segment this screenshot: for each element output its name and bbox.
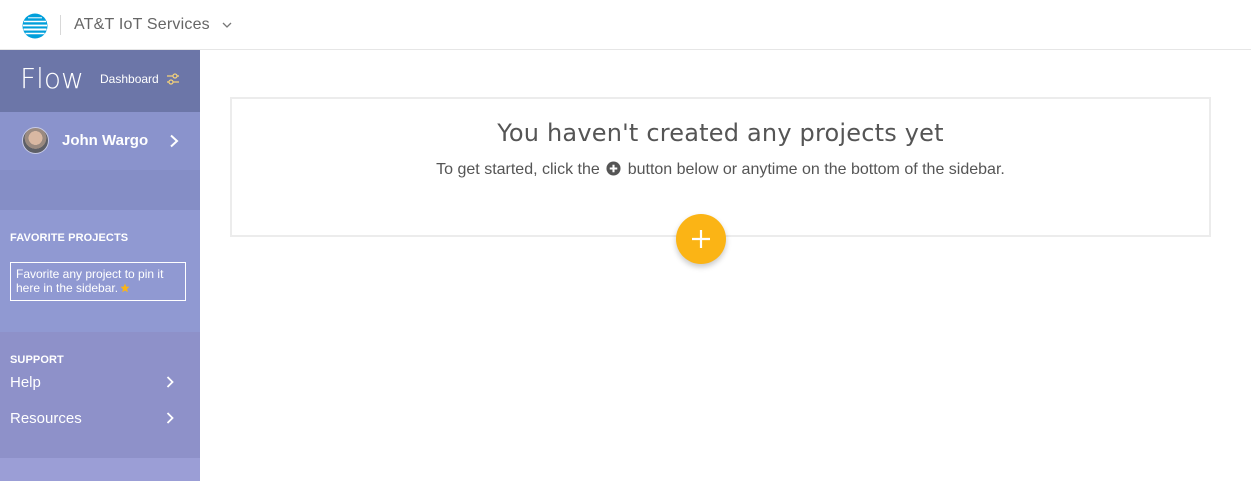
user-name: John Wargo [62,132,149,149]
sidebar-header: Flow Dashboard [0,50,200,112]
chevron-down-icon [222,22,232,28]
favorite-projects-section: FAVORITE PROJECTS Favorite any project t… [0,210,200,332]
dashboard-link[interactable]: Dashboard [100,72,180,86]
empty-sub-after: button below or anytime on the bottom of… [627,161,1005,178]
favorites-hint-text: Favorite any project to pin it here in t… [16,267,164,295]
dashboard-label: Dashboard [100,72,159,86]
empty-state-subtitle: To get started, click the button below o… [232,161,1209,179]
app-name: AT&T IoT Services [74,16,210,33]
sliders-icon [166,73,179,85]
att-globe-icon[interactable] [22,13,48,39]
top-bar: AT&T IoT Services [0,0,1251,50]
empty-state-card: You haven't created any projects yet To … [230,97,1211,237]
empty-sub-before: To get started, click the [436,161,600,178]
app-switcher[interactable]: AT&T IoT Services [74,14,232,36]
favorites-hint: Favorite any project to pin it here in t… [10,262,186,301]
topbar-divider [60,15,61,35]
avatar [22,127,49,154]
add-project-button[interactable] [676,214,726,264]
sidebar-item-label: Help [10,373,41,391]
brand-title[interactable]: Flow [20,62,84,95]
chevron-right-icon [166,376,174,388]
support-section: SUPPORT Help Resources [0,332,200,458]
star-icon [120,283,130,293]
support-title: SUPPORT [10,354,64,366]
plus-circle-icon [606,161,621,176]
sidebar: Flow Dashboard John Wargo FAVORITE PROJE… [0,50,200,481]
favorites-title: FAVORITE PROJECTS [10,232,129,244]
plus-icon [692,230,710,248]
empty-state-title: You haven't created any projects yet [497,119,944,147]
sidebar-item-label: Resources [10,409,82,427]
user-profile[interactable]: John Wargo [0,112,200,170]
sidebar-item-help[interactable]: Help [10,370,180,394]
sidebar-footer [0,458,200,481]
sidebar-item-resources[interactable]: Resources [10,406,180,430]
sidebar-band [0,170,200,210]
chevron-right-icon [166,412,174,424]
chevron-right-icon [170,134,179,148]
